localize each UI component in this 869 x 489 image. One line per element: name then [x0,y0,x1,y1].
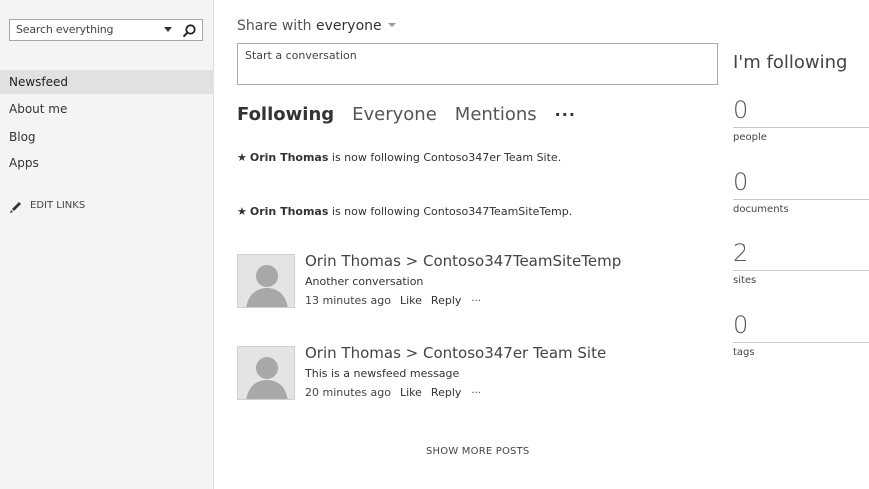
stat-label[interactable]: tags [733,347,755,358]
post-meta: 20 minutes ago Like Reply ··· [305,386,481,399]
chevron-down-icon[interactable] [164,27,172,32]
star-icon: ★ [237,151,247,164]
post-title[interactable]: Orin Thomas > Contoso347TeamSiteTemp [305,252,621,270]
divider [733,270,869,271]
share-audience[interactable]: everyone [316,18,382,34]
chevron-down-icon[interactable] [387,23,396,27]
sidebar-item-apps[interactable]: Apps [0,151,214,175]
following-stat-tags[interactable]: 0 tags [733,311,869,371]
post-title[interactable]: Orin Thomas > Contoso347er Team Site [305,344,606,362]
show-more-posts-link[interactable]: SHOW MORE POSTS [426,446,529,457]
search-box[interactable]: Search everything [9,19,203,41]
following-stat-sites[interactable]: 2 sites [733,239,869,299]
sidebar-item-newsfeed[interactable]: Newsfeed [0,70,214,94]
conversation-placeholder: Start a conversation [245,49,357,62]
star-icon: ★ [237,205,247,218]
stat-count[interactable]: 0 [733,168,748,196]
avatar[interactable] [237,346,295,400]
reply-link[interactable]: Reply [431,386,461,399]
search-input[interactable]: Search everything [16,23,113,36]
activity-user[interactable]: Orin Thomas [250,205,329,218]
activity-item: ★ Orin Thomas is now following Contoso347… [237,205,572,218]
newsfeed-post: Orin Thomas > Contoso347er Team Site Thi… [237,344,707,404]
stat-label[interactable]: sites [733,275,756,286]
newsfeed-post: Orin Thomas > Contoso347TeamSiteTemp Ano… [237,252,707,312]
share-with-dropdown[interactable]: Share with everyone [237,18,396,34]
sidebar-item-about-me[interactable]: About me [0,97,214,121]
tab-everyone[interactable]: Everyone [352,104,437,125]
pencil-icon [10,202,21,213]
stat-count[interactable]: 2 [733,239,748,267]
post-message: This is a newsfeed message [305,367,460,380]
divider [733,199,869,200]
search-icon[interactable] [181,23,197,39]
share-prefix: Share with [237,18,317,34]
stat-label[interactable]: documents [733,204,789,215]
following-stat-people[interactable]: 0 people [733,96,869,156]
post-timestamp[interactable]: 13 minutes ago [305,294,391,307]
post-message: Another conversation [305,275,424,288]
post-more-ellipsis[interactable]: ··· [471,388,481,399]
stat-label[interactable]: people [733,132,767,143]
post-meta: 13 minutes ago Like Reply ··· [305,294,481,307]
stat-count[interactable]: 0 [733,96,748,124]
person-silhouette-icon [238,347,294,399]
divider [733,127,869,128]
activity-user[interactable]: Orin Thomas [250,151,329,164]
left-sidebar: Search everything Newsfeed About me Blog… [0,0,214,489]
following-stat-documents[interactable]: 0 documents [733,168,869,228]
tab-following[interactable]: Following [237,104,334,125]
more-tabs-ellipsis[interactable]: ··· [555,105,576,124]
activity-item: ★ Orin Thomas is now following Contoso347… [237,151,561,164]
post-timestamp[interactable]: 20 minutes ago [305,386,391,399]
divider [733,342,869,343]
person-silhouette-icon [238,255,294,307]
following-panel-title: I'm following [733,52,848,73]
conversation-input[interactable]: Start a conversation [237,43,718,85]
activity-text: is now following Contoso347er Team Site. [328,151,562,164]
avatar[interactable] [237,254,295,308]
feed-tabs: Following Everyone Mentions ··· [237,104,576,130]
reply-link[interactable]: Reply [431,294,461,307]
edit-links-label: EDIT LINKS [30,200,86,211]
like-link[interactable]: Like [400,386,422,399]
activity-text: is now following Contoso347TeamSiteTemp. [328,205,573,218]
stat-count[interactable]: 0 [733,311,748,339]
sidebar-item-blog[interactable]: Blog [0,125,214,149]
post-more-ellipsis[interactable]: ··· [471,296,481,307]
like-link[interactable]: Like [400,294,422,307]
tab-mentions[interactable]: Mentions [455,104,537,125]
